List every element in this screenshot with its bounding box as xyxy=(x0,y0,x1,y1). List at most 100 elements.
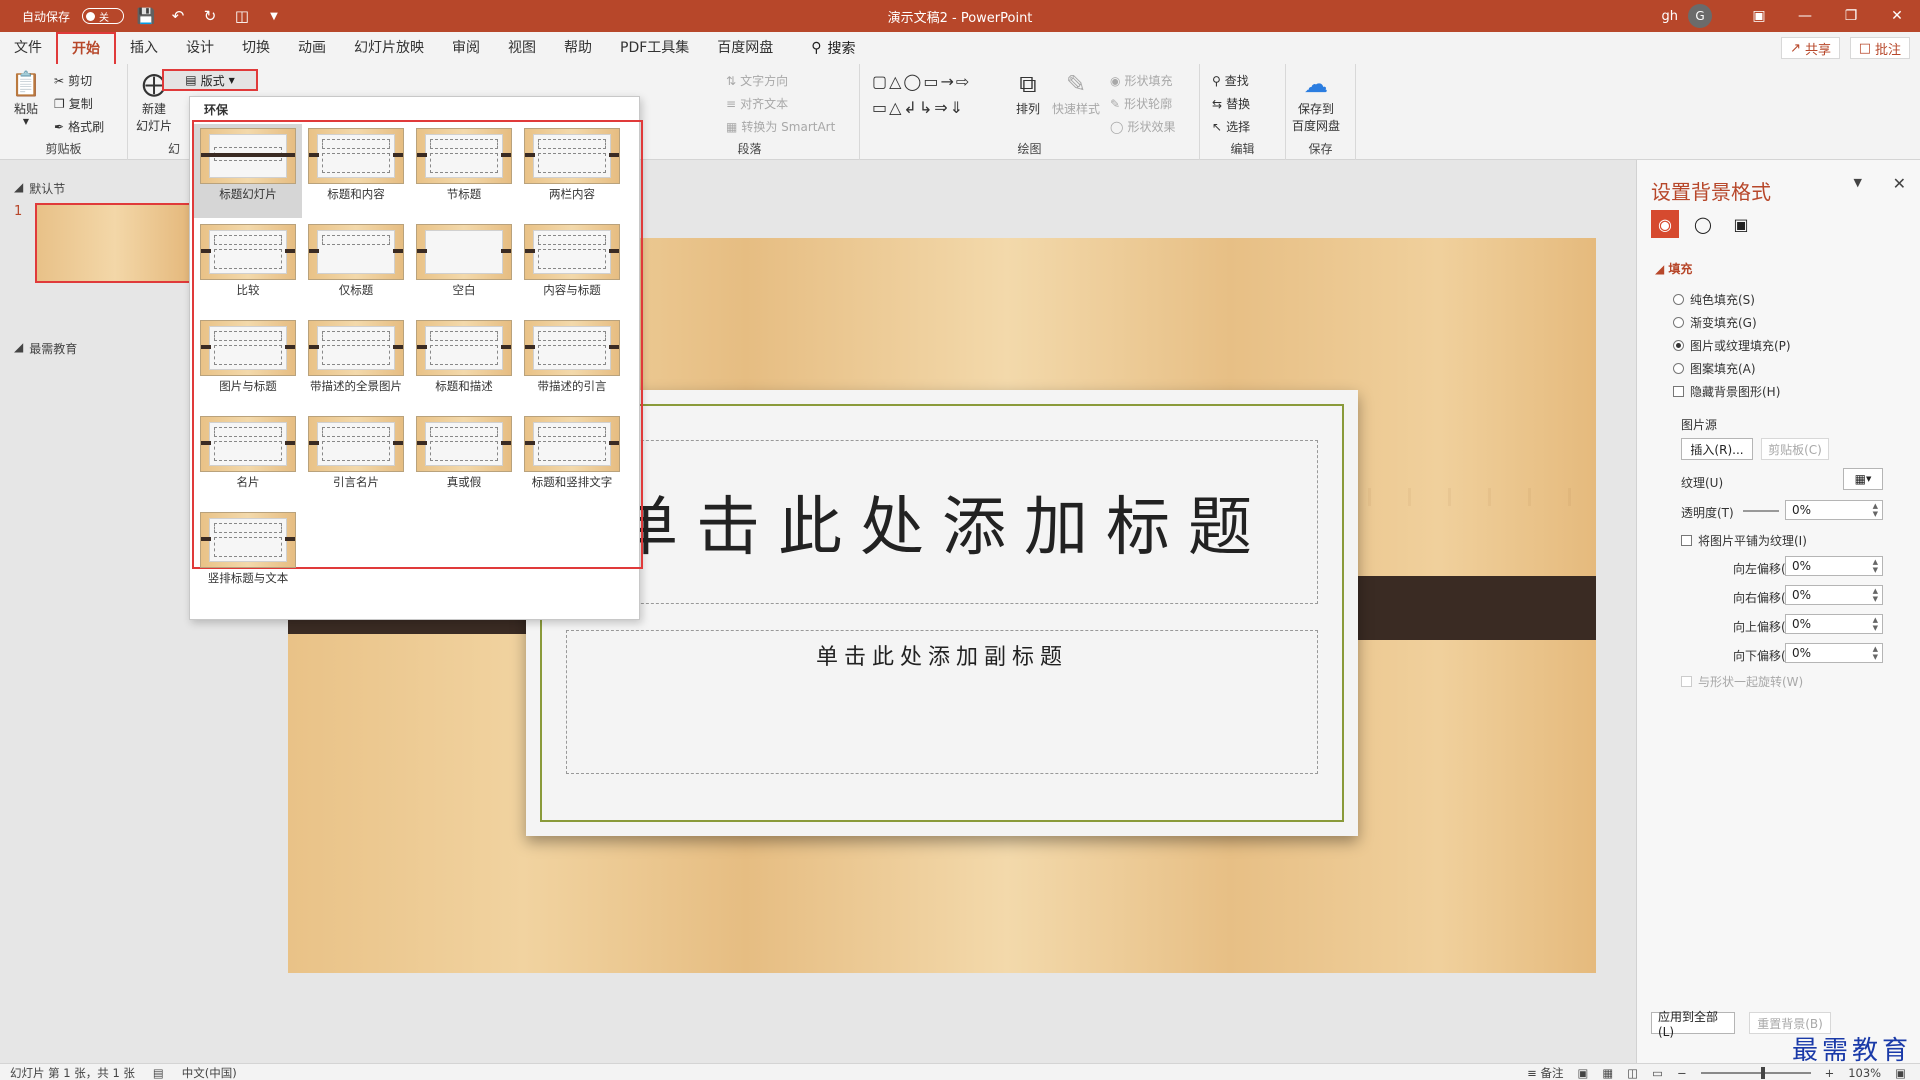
cut-button[interactable]: ✂ 剪切 xyxy=(54,72,92,89)
tab-help[interactable]: 帮助 xyxy=(550,32,606,64)
present-icon[interactable]: ◫ xyxy=(232,6,252,26)
offset-left-input[interactable]: 0% ▲ ▼ xyxy=(1785,556,1883,576)
layout-option[interactable]: 名片 xyxy=(194,412,302,506)
accessibility-icon[interactable]: ▤ xyxy=(153,1066,164,1080)
effects-tab-icon[interactable]: ◯ xyxy=(1689,210,1717,238)
fill-tab-icon[interactable]: ◉ xyxy=(1651,210,1679,238)
arrange-button[interactable]: ⧉ 排列 xyxy=(1012,68,1044,117)
layout-option[interactable]: 比较 xyxy=(194,220,302,314)
rotate-with-shape-checkbox[interactable]: 与形状一起旋转(W) xyxy=(1681,673,1803,690)
zoom-knob[interactable] xyxy=(1760,1067,1765,1079)
insert-button[interactable]: 插入(R)... xyxy=(1681,438,1753,460)
fit-slide-icon[interactable]: ▣ xyxy=(1895,1066,1906,1080)
picture-tab-icon[interactable]: ▣ xyxy=(1727,210,1755,238)
layout-option[interactable]: 引言名片 xyxy=(302,412,410,506)
offset-top-input[interactable]: 0% ▲ ▼ xyxy=(1785,614,1883,634)
undo-icon[interactable]: ↶ xyxy=(168,6,188,26)
slideshow-icon[interactable]: ▭ xyxy=(1652,1066,1663,1080)
layout-option[interactable]: 标题和内容 xyxy=(302,124,410,218)
shape-fill-button[interactable]: ◉ 形状填充 xyxy=(1110,72,1173,89)
zoom-slider[interactable] xyxy=(1700,1067,1811,1079)
tab-file[interactable]: 文件 xyxy=(0,32,56,64)
tab-home[interactable]: 开始 xyxy=(56,31,116,66)
subtitle-placeholder[interactable]: 单击此处添加副标题 xyxy=(566,630,1318,774)
shapes-gallery[interactable]: ▢△◯▭→⇨ xyxy=(872,72,971,91)
restore-icon[interactable]: ❐ xyxy=(1828,0,1874,32)
zoom-level[interactable]: 103% xyxy=(1848,1066,1881,1080)
shape-outline-button[interactable]: ✎ 形状轮廓 xyxy=(1110,95,1172,112)
layout-option[interactable]: 仅标题 xyxy=(302,220,410,314)
align-text-button[interactable]: ≡ 对齐文本 xyxy=(726,95,788,112)
autosave-toggle[interactable]: 关 xyxy=(82,8,125,24)
layout-option[interactable]: 标题和描述 xyxy=(410,316,518,410)
language[interactable]: 中文(中国) xyxy=(182,1065,237,1080)
transparency-slider[interactable] xyxy=(1743,510,1779,512)
fill-section-header[interactable]: ◢ 填充 xyxy=(1655,260,1692,277)
tab-view[interactable]: 视图 xyxy=(494,32,550,64)
slide-sorter-icon[interactable]: ▦ xyxy=(1602,1066,1613,1080)
layout-option[interactable]: 图片与标题 xyxy=(194,316,302,410)
section-default[interactable]: ◢ 默认节 xyxy=(14,180,65,197)
offset-right-input[interactable]: 0% ▲ ▼ xyxy=(1785,585,1883,605)
layout-option[interactable]: 标题和竖排文字 xyxy=(518,412,626,506)
shape-effects-button[interactable]: ◯ 形状效果 xyxy=(1110,118,1175,135)
tab-design[interactable]: 设计 xyxy=(172,32,228,64)
close-icon[interactable]: ✕ xyxy=(1874,0,1920,32)
user-name[interactable]: gh xyxy=(1662,9,1679,24)
paste-button[interactable]: 📋 粘贴 ▼ xyxy=(10,68,42,126)
tab-baidu[interactable]: 百度网盘 xyxy=(703,32,787,64)
replace-button[interactable]: ⇆ 替换 xyxy=(1212,95,1250,112)
offset-bottom-input[interactable]: 0% ▲ ▼ xyxy=(1785,643,1883,663)
reading-view-icon[interactable]: ◫ xyxy=(1627,1066,1638,1080)
normal-view-icon[interactable]: ▣ xyxy=(1577,1066,1588,1080)
avatar[interactable]: G xyxy=(1688,4,1712,28)
redo-icon[interactable]: ↻ xyxy=(200,6,220,26)
layout-option[interactable]: 节标题 xyxy=(410,124,518,218)
pattern-fill-radio[interactable]: 图案填充(A) xyxy=(1673,360,1756,377)
layout-option[interactable]: 标题幻灯片 xyxy=(194,124,302,218)
layout-option[interactable]: 真或假 xyxy=(410,412,518,506)
close-icon[interactable]: ✕ xyxy=(1893,174,1906,193)
comment-button[interactable]: □ 批注 xyxy=(1849,37,1910,59)
tab-animations[interactable]: 动画 xyxy=(284,32,340,64)
section-edu[interactable]: ◢ 最需教育 xyxy=(14,340,77,357)
tab-review[interactable]: 审阅 xyxy=(438,32,494,64)
tab-slideshow[interactable]: 幻灯片放映 xyxy=(340,32,438,64)
notes-button[interactable]: ≡ 备注 xyxy=(1527,1065,1563,1080)
text-direction-button[interactable]: ⇅ 文字方向 xyxy=(726,72,788,89)
layout-option[interactable]: 两栏内容 xyxy=(518,124,626,218)
customize-qat-icon[interactable]: ▼ xyxy=(264,6,284,26)
texture-picker[interactable]: ▦ ▼ xyxy=(1843,468,1883,490)
zoom-out-icon[interactable]: − xyxy=(1677,1066,1687,1080)
quick-styles-button[interactable]: ✎ 快速样式 xyxy=(1052,68,1100,117)
zoom-in-icon[interactable]: + xyxy=(1825,1066,1835,1080)
convert-smartart-button[interactable]: ▦ 转换为 SmartArt xyxy=(726,118,835,135)
layout-option[interactable]: 空白 xyxy=(410,220,518,314)
tile-checkbox[interactable]: 将图片平铺为纹理(I) xyxy=(1681,532,1807,549)
minimize-icon[interactable]: — xyxy=(1782,0,1828,32)
hide-bg-checkbox[interactable]: 隐藏背景图形(H) xyxy=(1673,383,1780,400)
copy-button[interactable]: ❐ 复制 xyxy=(54,95,93,112)
layout-option[interactable]: 竖排标题与文本 xyxy=(194,508,302,602)
title-placeholder[interactable]: 单击此处添加标题 xyxy=(566,440,1318,604)
format-painter-button[interactable]: ✒ 格式刷 xyxy=(54,118,104,135)
transparency-input[interactable]: 0% ▲ ▼ xyxy=(1785,500,1883,520)
share-button[interactable]: ↗ 共享 xyxy=(1781,37,1840,59)
panel-options-icon[interactable]: ▼ xyxy=(1854,176,1862,189)
clipboard-button[interactable]: 剪贴板(C) xyxy=(1761,438,1829,460)
solid-fill-radio[interactable]: 纯色填充(S) xyxy=(1673,291,1755,308)
layout-option[interactable]: 带描述的全景图片 xyxy=(302,316,410,410)
tab-transitions[interactable]: 切换 xyxy=(228,32,284,64)
layout-option[interactable]: 内容与标题 xyxy=(518,220,626,314)
shapes-gallery-row2[interactable]: ▭△↲↳⇒⇓ xyxy=(872,98,965,117)
apply-all-button[interactable]: 应用到全部(L) xyxy=(1651,1010,1735,1039)
picture-fill-radio[interactable]: 图片或纹理填充(P) xyxy=(1673,337,1791,354)
gradient-fill-radio[interactable]: 渐变填充(G) xyxy=(1673,314,1757,331)
save-baidu-button[interactable]: ☁ 保存到 百度网盘 xyxy=(1292,68,1340,134)
tab-pdf-tools[interactable]: PDF工具集 xyxy=(606,32,703,64)
find-button[interactable]: ⚲ 查找 xyxy=(1212,72,1249,89)
ribbon-display-icon[interactable]: ▣ xyxy=(1736,0,1782,32)
tab-insert[interactable]: 插入 xyxy=(116,32,172,64)
layout-option[interactable]: 带描述的引言 xyxy=(518,316,626,410)
layout-button[interactable]: ▤ 版式 ▼ xyxy=(162,69,258,91)
